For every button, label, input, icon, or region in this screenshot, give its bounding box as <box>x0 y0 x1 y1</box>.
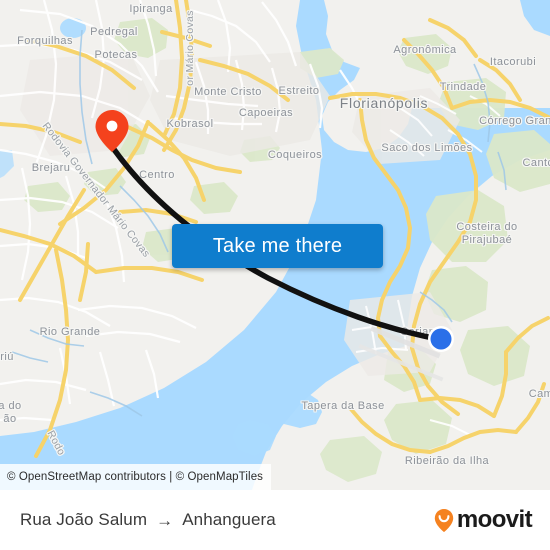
moovit-wordmark: moovit <box>456 506 533 533</box>
arrow-right-icon: → <box>156 510 174 530</box>
moovit-pin-icon <box>434 508 454 532</box>
trip-origin-label: Rua João Salum <box>20 510 148 529</box>
trip-footer: Rua João Salum → Anhanguera moovit <box>0 490 550 550</box>
map-attribution: © OpenStreetMap contributors | © OpenMap… <box>0 464 272 490</box>
trip-summary: Rua João Salum → Anhanguera <box>20 510 276 530</box>
map-canvas[interactable]: Forquilhas Pedregal Ipiranga Potecas Monte C… <box>0 0 550 490</box>
moovit-logo[interactable]: moovit <box>433 506 533 533</box>
map-trip-widget: Forquilhas Pedregal Ipiranga Potecas Monte C… <box>0 0 550 550</box>
take-me-there-button[interactable]: Take me there <box>172 224 383 268</box>
trip-destination-label: Anhanguera <box>182 510 276 529</box>
